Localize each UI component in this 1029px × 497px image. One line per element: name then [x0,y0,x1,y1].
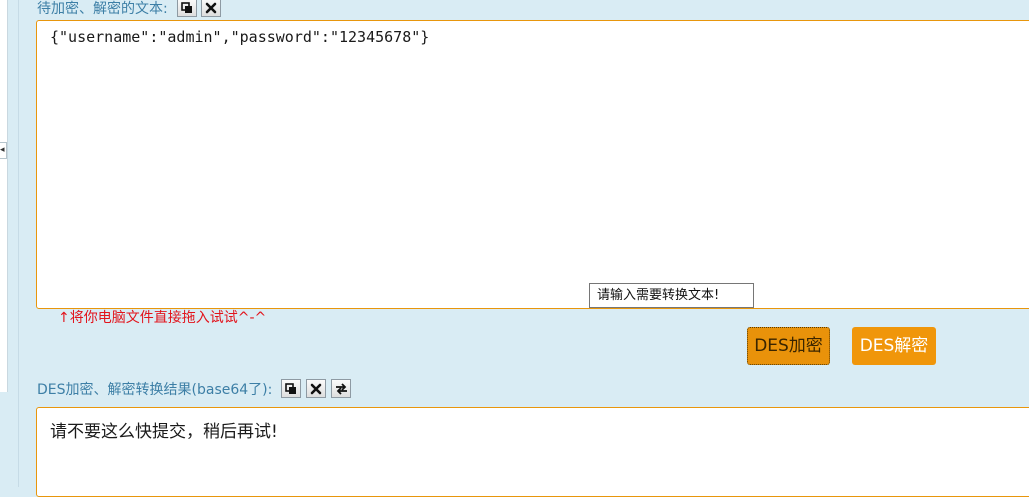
copy-icon [285,383,296,394]
des-decrypt-button[interactable]: DES解密 [852,327,936,365]
drag-file-hint: ↑将你电脑文件直接拖入试试^-^ [58,310,267,326]
clear-output-button[interactable] [306,379,326,398]
clear-input-button[interactable] [201,0,221,17]
copy-icon [181,2,192,13]
swap-button[interactable] [331,379,351,398]
panel-divider [18,0,19,487]
des-encrypt-button[interactable]: DES加密 [747,327,830,365]
input-tooltip: 请输入需要转换文本! [589,283,754,308]
input-textarea[interactable]: {"username":"admin","password":"12345678… [36,20,1029,309]
copy-input-button[interactable] [177,0,197,17]
copy-output-button[interactable] [281,379,301,398]
output-section-label: DES加密、解密转换结果(base64了): [37,382,273,398]
output-textarea[interactable]: 请不要这么快提交，稍后再试! [36,407,1029,497]
left-side-panel [0,0,8,392]
collapse-arrow-icon[interactable]: ◂ [0,142,7,159]
output-text-value: 请不要这么快提交，稍后再试! [50,422,278,442]
clear-icon [205,2,217,14]
clear-icon [310,383,322,395]
input-text-value: {"username":"admin","password":"12345678… [50,28,430,46]
input-section-label: 待加密、解密的文本: [37,1,168,17]
swap-icon [336,383,347,395]
